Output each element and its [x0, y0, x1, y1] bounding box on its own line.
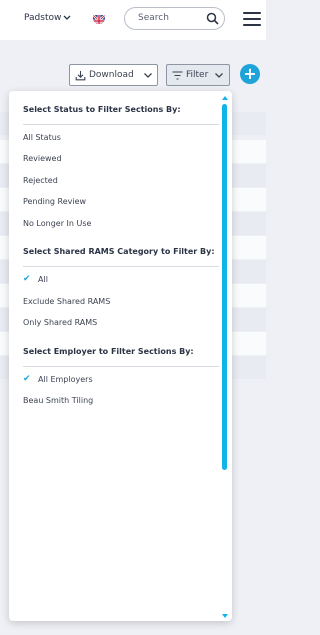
- rams-filter-heading: Select Shared RAMS Category to Filter By…: [23, 247, 215, 256]
- divider: [23, 266, 219, 267]
- search-icon[interactable]: [206, 12, 219, 25]
- filter-icon: [172, 70, 183, 80]
- download-button-label: Download: [89, 70, 134, 80]
- filter-button-label: Filter: [186, 70, 209, 80]
- filter-button[interactable]: Filter: [166, 64, 230, 86]
- chevron-down-icon: [215, 72, 224, 78]
- add-button[interactable]: +: [240, 64, 260, 84]
- employer-option-all[interactable]: All Employers: [38, 375, 93, 384]
- chevron-down-icon: [63, 15, 71, 20]
- search-input[interactable]: Search: [124, 7, 225, 30]
- divider: [23, 366, 219, 367]
- scroll-up-arrow-icon[interactable]: [222, 96, 228, 100]
- status-option-pending-review[interactable]: Pending Review: [23, 197, 86, 206]
- site-selector[interactable]: Padstow: [24, 13, 71, 23]
- download-icon: [75, 70, 86, 80]
- scrollbar-thumb[interactable]: [222, 104, 227, 470]
- employer-filter-heading: Select Employer to Filter Sections By:: [23, 347, 194, 356]
- filter-dropdown: Select Status to Filter Sections By: All…: [9, 91, 232, 621]
- checkmark-icon: ✔: [23, 274, 31, 284]
- hamburger-menu-icon[interactable]: [243, 12, 261, 26]
- employer-option-beau-smith-tiling[interactable]: Beau Smith Tiling: [23, 396, 93, 405]
- status-filter-heading: Select Status to Filter Sections By:: [23, 105, 181, 114]
- scroll-down-arrow-icon[interactable]: [222, 614, 228, 618]
- top-bar: Padstow Search: [0, 0, 266, 40]
- dropdown-scrollbar[interactable]: [222, 96, 228, 618]
- rams-option-only-shared[interactable]: Only Shared RAMS: [23, 318, 97, 327]
- status-option-all[interactable]: All Status: [23, 133, 61, 142]
- status-option-rejected[interactable]: Rejected: [23, 176, 58, 185]
- uk-flag-icon[interactable]: [93, 12, 105, 24]
- rams-option-exclude-shared[interactable]: Exclude Shared RAMS: [23, 297, 110, 306]
- site-selector-label: Padstow: [24, 13, 62, 23]
- status-option-reviewed[interactable]: Reviewed: [23, 154, 62, 163]
- divider: [23, 124, 219, 125]
- rams-option-all[interactable]: All: [38, 275, 48, 284]
- download-button[interactable]: Download: [69, 64, 158, 86]
- checkmark-icon: ✔: [23, 374, 31, 384]
- search-placeholder: Search: [138, 13, 169, 23]
- status-option-no-longer-in-use[interactable]: No Longer In Use: [23, 219, 91, 228]
- chevron-down-icon: [143, 72, 152, 78]
